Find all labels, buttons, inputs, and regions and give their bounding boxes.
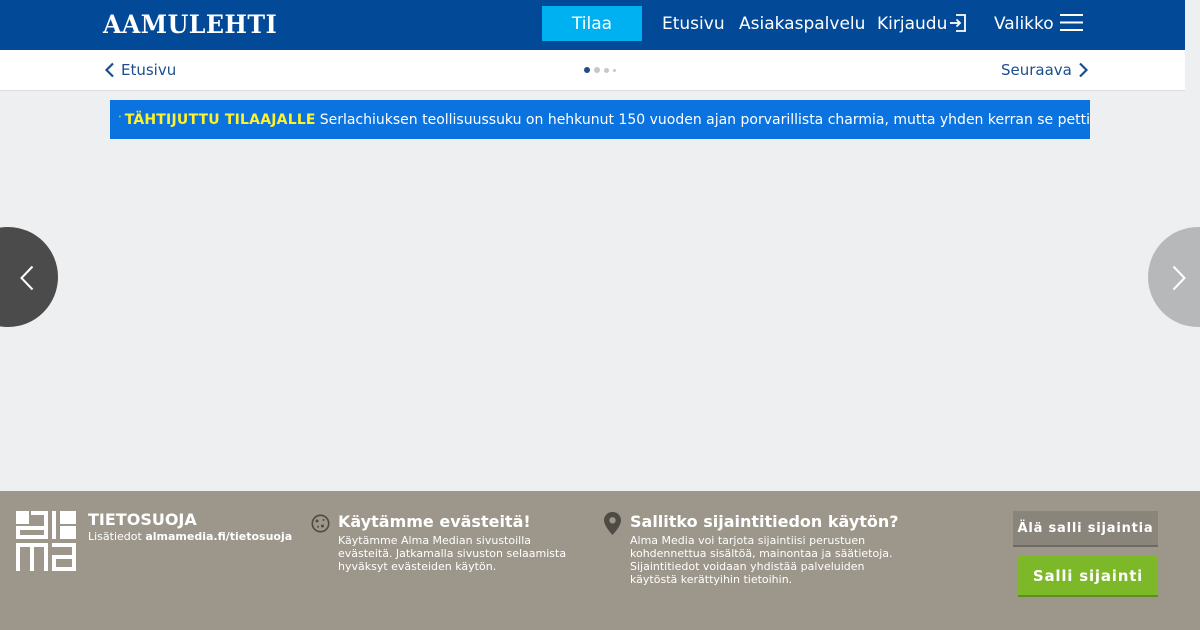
chevron-right-icon <box>1172 265 1186 291</box>
cookie-notice-title: Käytämme evästeitä! <box>338 512 531 531</box>
location-pin-icon <box>604 512 621 535</box>
login-icon[interactable] <box>948 13 968 33</box>
nav-link-menu[interactable]: Valikko <box>994 14 1054 34</box>
teaser-headline[interactable]: Serlachiuksen teollisuussuku on hehkunut… <box>320 112 1090 128</box>
teaser-label: TÄHTIJUTTU TILAAJALLE <box>124 111 316 128</box>
nav-link-front-page[interactable]: Etusivu <box>662 14 725 34</box>
subscriber-teaser-banner[interactable]: TÄHTIJUTTU TILAAJALLE Serlachiuksen teol… <box>110 100 1090 139</box>
pager-dots <box>584 67 616 73</box>
article-subnav: Etusivu Seuraava <box>0 50 1185 91</box>
pager-dot[interactable] <box>613 68 616 72</box>
next-slide-button[interactable] <box>1148 227 1200 327</box>
pager-dot[interactable] <box>604 67 609 73</box>
next-article-link[interactable]: Seuraava <box>1001 61 1089 79</box>
nav-link-customer-service[interactable]: Asiakaspalvelu <box>739 14 865 34</box>
privacy-details-prefix: Lisätiedot <box>88 530 142 543</box>
pager-dot[interactable] <box>594 67 600 73</box>
cookie-icon <box>311 514 330 533</box>
pager-dot-active[interactable] <box>584 67 590 73</box>
consent-banner: TIETOSUOJA Lisätiedot almamedia.fi/tieto… <box>0 491 1200 630</box>
page: AAMULEHTI Tilaa Etusivu Asiakaspalvelu K… <box>0 0 1200 630</box>
privacy-policy-link[interactable]: almamedia.fi/tietosuoja <box>145 530 292 543</box>
privacy-title: TIETOSUOJA <box>88 510 197 529</box>
previous-slide-button[interactable] <box>0 227 58 327</box>
top-navbar: AAMULEHTI Tilaa Etusivu Asiakaspalvelu K… <box>0 0 1185 50</box>
chevron-left-icon <box>104 62 114 78</box>
alma-media-logo <box>16 511 76 571</box>
back-link-label: Etusivu <box>121 61 177 79</box>
chevron-right-icon <box>1079 62 1088 78</box>
subscribe-button[interactable]: Tilaa <box>542 6 642 41</box>
star-icon <box>119 115 121 118</box>
next-link-label: Seuraava <box>1001 61 1072 79</box>
chevron-left-icon <box>20 265 34 291</box>
allow-location-button[interactable]: Salli sijainti <box>1018 556 1158 595</box>
back-to-front-page-link[interactable]: Etusivu <box>104 61 176 79</box>
location-consent-title: Sallitko sijaintitiedon käytön? <box>630 512 899 531</box>
nav-link-login[interactable]: Kirjaudu <box>877 14 947 34</box>
cookie-notice-text: Käytämme Alma Median sivustoilla evästei… <box>338 534 567 573</box>
deny-location-button[interactable]: Älä salli sijaintia <box>1013 511 1158 545</box>
site-logo[interactable]: AAMULEHTI <box>103 10 277 39</box>
privacy-details: Lisätiedot almamedia.fi/tietosuoja <box>88 530 292 543</box>
hamburger-menu-icon[interactable] <box>1060 13 1083 32</box>
location-consent-text: Alma Media voi tarjota sijaintiisi perus… <box>630 534 893 586</box>
